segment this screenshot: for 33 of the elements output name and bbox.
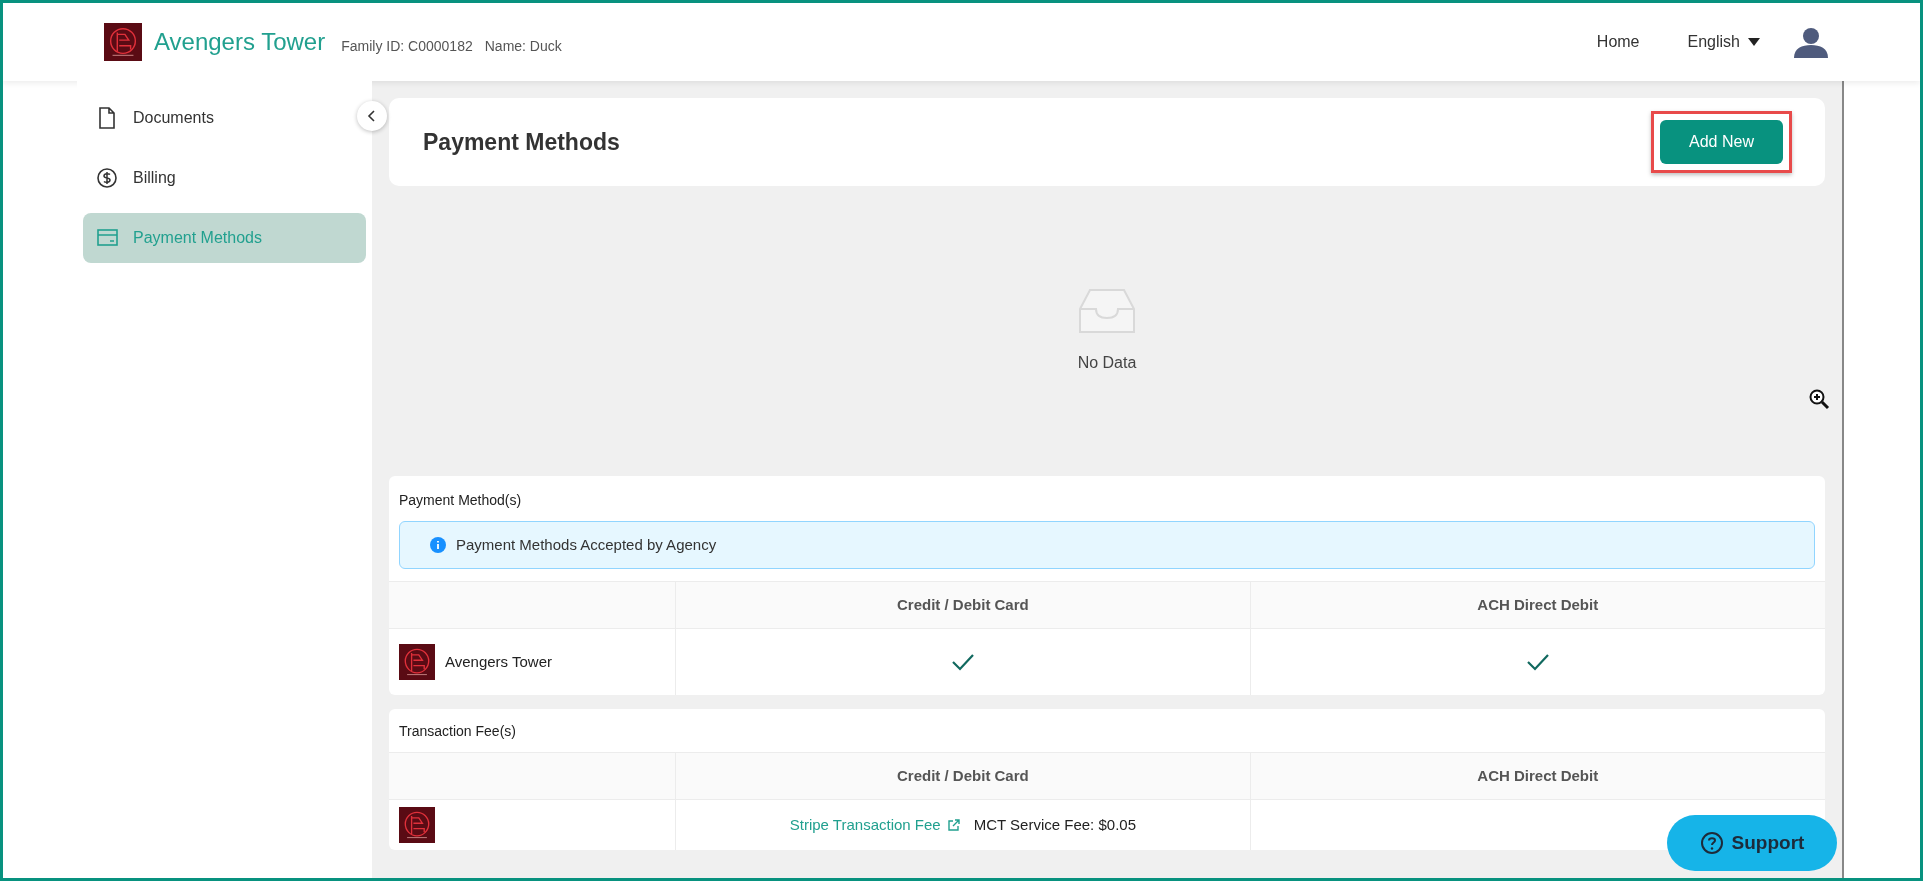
caret-icon: [1748, 38, 1760, 46]
user-avatar-icon[interactable]: [1792, 26, 1830, 58]
collapse-sidebar-button[interactable]: [357, 101, 387, 131]
empty-inbox-icon: [1076, 287, 1138, 335]
dollar-coin-icon: [96, 166, 119, 190]
logo-icon: [399, 644, 435, 680]
support-button[interactable]: Support: [1667, 815, 1837, 871]
fee-text: MCT Service Fee: $0.05: [973, 814, 1136, 835]
logo-icon: [104, 23, 142, 61]
external-link-icon: [946, 818, 960, 832]
logo-icon: [399, 807, 435, 843]
empty-state-text: No Data: [1077, 353, 1137, 373]
sidebar-item[interactable]: Documents: [83, 93, 234, 143]
sidebar-item[interactable]: Billing: [83, 153, 196, 203]
column-header: Credit / Debit Card: [676, 582, 1251, 628]
zoom-in-icon: [1808, 388, 1830, 410]
column-header: ACH Direct Debit: [1476, 594, 1600, 615]
card-title: Payment Method(s): [398, 491, 523, 510]
column-header: Credit / Debit Card: [676, 753, 1251, 799]
nav-link[interactable]: Home: [1596, 30, 1640, 54]
card-title: Transaction Fee(s): [398, 722, 517, 741]
help-icon: [1699, 831, 1724, 855]
add-new-button[interactable]: Add New: [1660, 120, 1783, 164]
chevron-left-icon: [367, 110, 377, 122]
alert-text: Payment Methods Accepted by Agency: [456, 534, 717, 555]
language-dropdown[interactable]: English: [1687, 30, 1760, 54]
page-title: Payment Methods: [423, 127, 620, 157]
info-icon: [430, 537, 446, 553]
agency-name: Avengers Tower: [445, 651, 552, 672]
member-name: Name: Duck: [484, 36, 562, 56]
org-name: Avengers Tower: [154, 27, 326, 57]
column-header: ACH Direct Debit: [1476, 765, 1600, 786]
family-id: Family ID: C0000182: [341, 36, 473, 56]
